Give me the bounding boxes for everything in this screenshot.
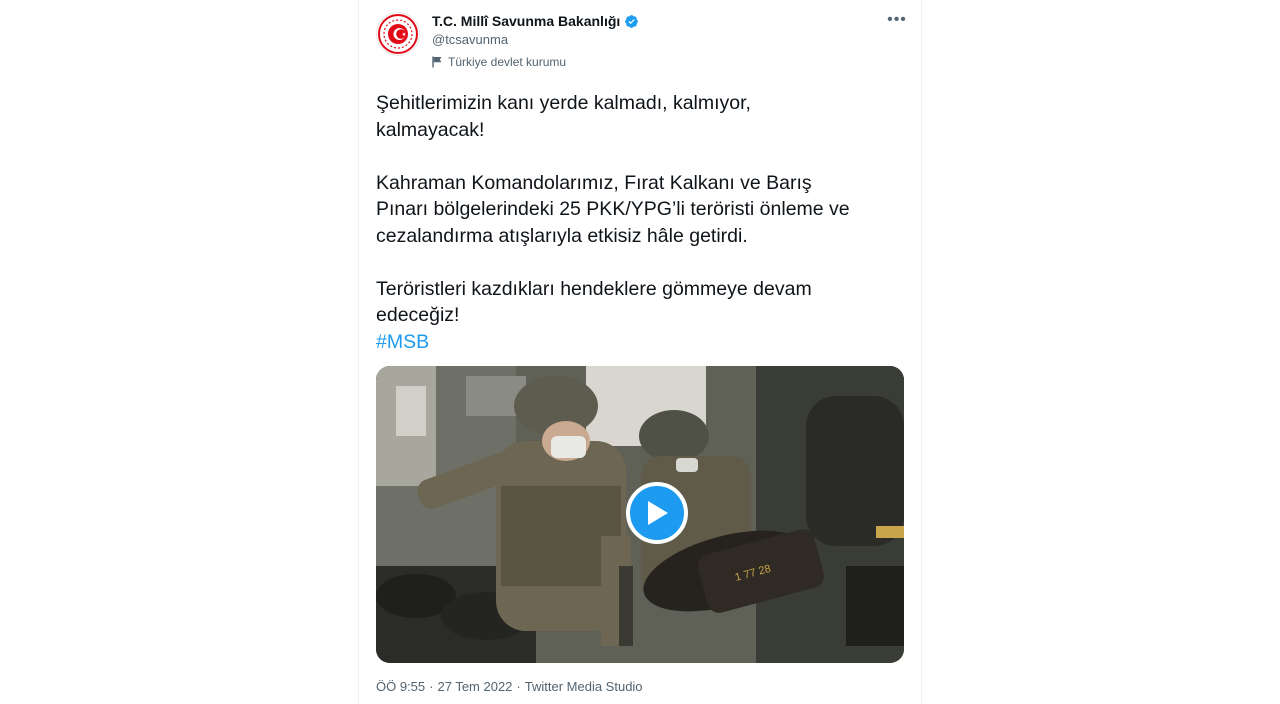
video-player[interactable]: 1 77 28 bbox=[376, 366, 904, 663]
play-button[interactable] bbox=[626, 482, 688, 544]
play-icon bbox=[648, 501, 668, 525]
government-label-text: Türkiye devlet kurumu bbox=[448, 55, 567, 69]
tweet-source[interactable]: Twitter Media Studio bbox=[525, 679, 643, 694]
flag-icon bbox=[432, 56, 442, 68]
text-line: cezalandırma atışlarıyla etkisiz hâle ge… bbox=[376, 224, 748, 247]
text-line: Şehitlerimizin kanı yerde kalmadı, kalmı… bbox=[376, 92, 751, 114]
text-line: Kahraman Komandolarımız, Fırat Kalkanı v… bbox=[376, 171, 812, 194]
text-line: Pınarı bölgelerindeki 25 PKK/YPG’li terö… bbox=[376, 198, 850, 220]
hashtag-link[interactable]: #MSB bbox=[376, 331, 429, 353]
msb-emblem-icon bbox=[378, 14, 418, 54]
text-line: Teröristleri kazdıkları hendeklere gömme… bbox=[376, 277, 812, 300]
separator: · bbox=[516, 679, 521, 694]
tweet-text: Şehitlerimizin kanı yerde kalmadı, kalmı… bbox=[376, 90, 911, 355]
author-name[interactable]: T.C. Millî Savunma Bakanlığı bbox=[432, 13, 620, 29]
tweet-card: T.C. Millî Savunma Bakanlığı @tcsavunma … bbox=[358, 0, 922, 704]
avatar[interactable] bbox=[376, 12, 420, 56]
more-dots-icon[interactable]: ••• bbox=[884, 8, 910, 32]
verified-badge-icon bbox=[625, 14, 639, 28]
government-label: Türkiye devlet kurumu bbox=[432, 54, 566, 70]
author-row: T.C. Millî Savunma Bakanlığı bbox=[432, 11, 639, 31]
author-handle[interactable]: @tcsavunma bbox=[432, 32, 508, 47]
separator: · bbox=[429, 679, 434, 694]
text-line: kalmayacak! bbox=[376, 118, 485, 141]
text-line: edeceğiz! bbox=[376, 304, 460, 326]
tweet-meta: ÖÖ 9:55 · 27 Tem 2022 · Twitter Media St… bbox=[376, 679, 643, 694]
tweet-time[interactable]: ÖÖ 9:55 bbox=[376, 679, 425, 694]
tweet-date[interactable]: 27 Tem 2022 bbox=[437, 679, 512, 694]
